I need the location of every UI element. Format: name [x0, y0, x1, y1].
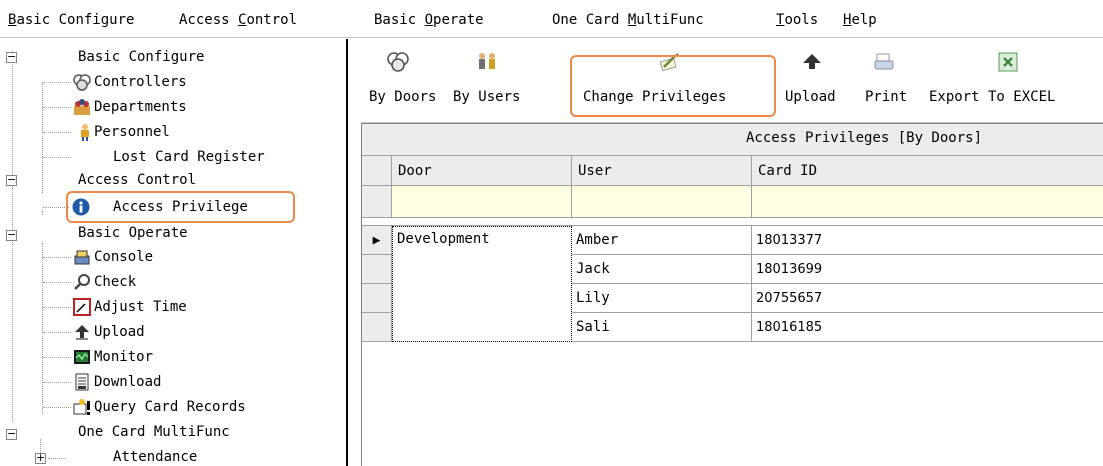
personnel-icon — [81, 124, 89, 141]
menu-one-card-multifunc[interactable]: One Card MultiFunc — [552, 10, 704, 30]
tree-node-lost-card-register[interactable]: Lost Card Register — [113, 145, 265, 169]
filter-row-indicator — [362, 186, 392, 218]
tree-node-console[interactable]: Console — [94, 245, 153, 269]
upload-icon — [75, 325, 89, 340]
tree-node-controllers[interactable]: Controllers — [94, 70, 187, 94]
adjust-time-icon — [73, 298, 91, 316]
excel-icon — [998, 52, 1018, 72]
filter-door-input[interactable] — [392, 186, 572, 218]
tree-node-adjust-time[interactable]: Adjust Time — [94, 295, 187, 319]
check-icon — [74, 274, 90, 290]
column-header-door[interactable]: Door — [392, 156, 572, 186]
collapse-icon[interactable]: − — [6, 229, 17, 241]
row-indicator[interactable] — [362, 313, 392, 342]
tree-branch-line — [43, 307, 71, 308]
row-indicator[interactable] — [362, 255, 392, 284]
tree-branch-line — [43, 82, 71, 83]
tree-node-query-card-records[interactable]: Query Card Records — [94, 395, 246, 419]
menu-tools[interactable]: Tools — [776, 10, 818, 30]
table-row-card-id-cell[interactable]: 18013377 — [752, 226, 1103, 255]
menu-help[interactable]: Help — [843, 10, 877, 30]
tree-branch-line — [48, 458, 66, 459]
console-icon — [74, 250, 90, 265]
door-cell[interactable]: Development — [392, 226, 572, 342]
tree-guide-line — [42, 211, 43, 215]
print-button[interactable]: Print — [851, 39, 917, 123]
download-icon — [75, 373, 89, 391]
highlight-frame — [570, 55, 776, 117]
menu-bar: Basic Configure Access Control Basic Ope… — [0, 0, 1103, 38]
expand-icon[interactable]: + — [35, 452, 46, 464]
current-row-indicator[interactable]: ▶ — [362, 226, 392, 255]
menu-access-control[interactable]: Access Control — [179, 10, 297, 30]
row-indicator[interactable] — [362, 284, 392, 313]
query-card-records-icon — [73, 399, 90, 415]
tree-node-upload[interactable]: Upload — [94, 320, 145, 344]
tree-node-personnel[interactable]: Personnel — [94, 120, 170, 144]
by-doors-button[interactable]: By Doors — [361, 39, 443, 123]
grid-caption: Access Privileges [By Doors] — [362, 124, 1103, 156]
tree-branch-line — [43, 157, 71, 158]
users-icon — [479, 53, 495, 69]
tree-branch-line — [43, 257, 71, 258]
column-header-card-id[interactable]: Card ID — [752, 156, 1103, 186]
tree-guide-line — [42, 243, 43, 413]
table-row-user-cell[interactable]: Jack — [572, 255, 752, 284]
tree-node-one-card-multifunc[interactable]: One Card MultiFunc — [78, 420, 230, 444]
highlight-frame — [66, 191, 295, 223]
navigation-tree: − Basic Configure Controllers Department… — [0, 39, 346, 466]
tree-node-basic-configure[interactable]: Basic Configure — [78, 45, 204, 69]
tree-branch-line — [43, 107, 71, 108]
table-row-user-cell[interactable]: Amber — [572, 226, 752, 255]
tree-branch-line — [43, 407, 71, 408]
column-header-user[interactable]: User — [572, 156, 752, 186]
collapse-icon[interactable]: − — [6, 174, 17, 186]
table-row-card-id-cell[interactable]: 18016185 — [752, 313, 1103, 342]
by-users-button[interactable]: By Users — [443, 39, 543, 123]
table-row-card-id-cell[interactable]: 20755657 — [752, 284, 1103, 313]
tree-node-attendance[interactable]: Attendance — [113, 445, 197, 466]
export-to-excel-button[interactable]: Export To EXCEL — [929, 39, 1103, 123]
departments-icon — [74, 99, 90, 115]
tree-node-basic-operate[interactable]: Basic Operate — [78, 221, 188, 245]
table-row-user-cell[interactable]: Lily — [572, 284, 752, 313]
table-row-user-cell[interactable]: Sali — [572, 313, 752, 342]
menu-basic-operate[interactable]: Basic Operate — [374, 10, 484, 30]
panel-splitter[interactable] — [346, 39, 350, 466]
grid-separator — [362, 218, 1103, 226]
filter-card-id-input[interactable] — [752, 186, 1103, 218]
tree-node-check[interactable]: Check — [94, 270, 136, 294]
tree-branch-line — [43, 332, 71, 333]
doors-icon — [387, 52, 409, 72]
toolbar: By Doors By Users Change Privileges Uplo… — [361, 39, 1103, 123]
collapse-icon[interactable]: − — [6, 428, 17, 440]
privileges-grid: Access Privileges [By Doors] Door User C… — [361, 123, 1103, 466]
tree-node-monitor[interactable]: Monitor — [94, 345, 153, 369]
tree-branch-line — [43, 132, 71, 133]
tree-branch-line — [43, 382, 71, 383]
tree-branch-line — [43, 357, 71, 358]
row-indicator-header — [362, 156, 392, 186]
upload-icon — [803, 54, 821, 69]
controllers-icon — [73, 74, 91, 91]
table-row-card-id-cell[interactable]: 18013699 — [752, 255, 1103, 284]
tree-node-departments[interactable]: Departments — [94, 95, 187, 119]
tree-node-access-control[interactable]: Access Control — [78, 168, 196, 192]
collapse-icon[interactable]: − — [6, 51, 17, 63]
monitor-icon — [74, 350, 90, 364]
filter-user-input[interactable] — [572, 186, 752, 218]
upload-button[interactable]: Upload — [779, 39, 851, 123]
menu-basic-configure[interactable]: Basic Configure — [8, 10, 134, 30]
print-icon — [874, 53, 894, 70]
tree-node-download[interactable]: Download — [94, 370, 161, 394]
tree-guide-line — [42, 83, 43, 193]
tree-branch-line — [43, 282, 71, 283]
